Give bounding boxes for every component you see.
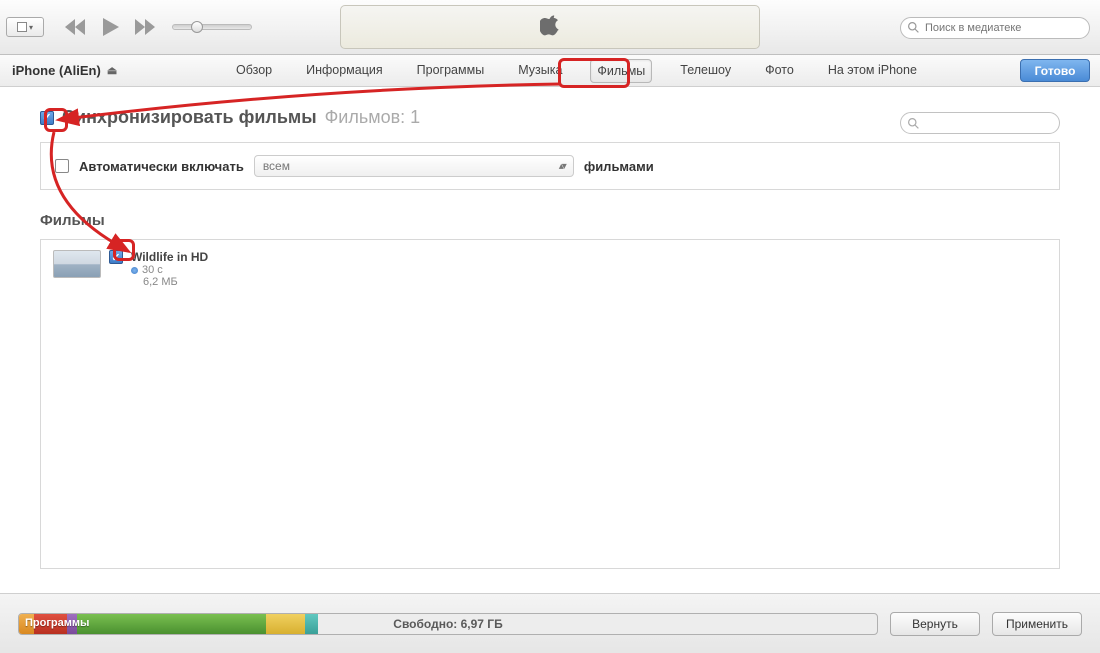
tab-apps[interactable]: Программы [411, 59, 491, 83]
playback-controls [62, 16, 158, 38]
select-arrows-icon: ▴▾ [559, 161, 565, 172]
capacity-free-label: Свободно: 6,97 ГБ [393, 617, 502, 631]
tab-on-device[interactable]: На этом iPhone [822, 59, 923, 83]
film-size: 6,2 МБ [143, 276, 208, 288]
tab-tvshows[interactable]: Телешоу [674, 59, 737, 83]
film-duration: 30 с [131, 264, 208, 276]
apply-button[interactable]: Применить [992, 612, 1082, 636]
auto-include-label: Автоматически включать [79, 159, 244, 174]
apple-logo-icon [540, 14, 560, 41]
content-area: Синхронизировать фильмы Фильмов: 1 Автом… [0, 87, 1100, 569]
previous-button[interactable] [62, 16, 90, 38]
search-icon [907, 117, 920, 135]
unplayed-dot-icon [131, 267, 138, 274]
film-count: Фильмов: 1 [325, 107, 421, 128]
play-button[interactable] [96, 16, 124, 38]
revert-button[interactable]: Вернуть [890, 612, 980, 636]
film-info: Wildlife in HD 30 с 6,2 МБ [131, 250, 208, 288]
select-value: всем [263, 159, 290, 173]
eject-icon[interactable]: ⏏ [107, 64, 117, 77]
auto-include-checkbox[interactable] [55, 159, 69, 173]
device-navbar: iPhone (AliEn) ⏏ Обзор Информация Програ… [0, 55, 1100, 87]
auto-include-select[interactable]: всем ▴▾ [254, 155, 574, 177]
filter-search[interactable] [900, 112, 1060, 134]
capacity-seg-other [266, 614, 305, 634]
film-checkbox[interactable] [109, 250, 123, 264]
search-input[interactable] [900, 17, 1090, 39]
capacity-meter[interactable]: Программы Свободно: 6,97 ГБ [18, 613, 878, 635]
library-search [900, 17, 1090, 39]
auto-include-panel: Автоматически включать всем ▴▾ фильмами [40, 142, 1060, 190]
capacity-seg-books [305, 614, 318, 634]
tab-photos[interactable]: Фото [759, 59, 800, 83]
lcd-display [340, 5, 760, 49]
film-name: Wildlife in HD [131, 250, 208, 264]
films-list-panel: Wildlife in HD 30 с 6,2 МБ [40, 239, 1060, 569]
capacity-seg-label: Программы [25, 617, 89, 629]
tab-overview[interactable]: Обзор [230, 59, 278, 83]
volume-control [172, 24, 252, 30]
films-section-title: Фильмы [40, 212, 1060, 229]
next-button[interactable] [130, 16, 158, 38]
tab-info[interactable]: Информация [300, 59, 389, 83]
tab-movies[interactable]: Фильмы [590, 59, 652, 83]
player-toolbar: ▾ [0, 0, 1100, 55]
sync-movies-checkbox[interactable] [40, 111, 54, 125]
device-name[interactable]: iPhone (AliEn) ⏏ [12, 63, 117, 78]
view-mode-toggle[interactable]: ▾ [6, 17, 44, 37]
tab-music[interactable]: Музыка [512, 59, 568, 83]
capacity-seg-apps [77, 614, 266, 634]
sync-title: Синхронизировать фильмы [62, 107, 317, 128]
search-icon [907, 21, 920, 39]
done-button[interactable]: Готово [1020, 59, 1090, 82]
film-thumbnail [53, 250, 101, 278]
films-word: фильмами [584, 159, 654, 174]
volume-slider[interactable] [172, 24, 252, 30]
film-item: Wildlife in HD 30 с 6,2 МБ [53, 250, 1047, 288]
capacity-bar: Программы Свободно: 6,97 ГБ Вернуть Прим… [0, 593, 1100, 653]
device-tabs: Обзор Информация Программы Музыка Фильмы… [230, 59, 923, 83]
